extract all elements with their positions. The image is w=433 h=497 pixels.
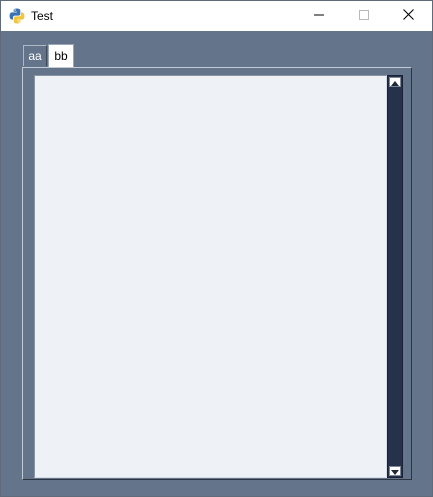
minimize-icon <box>313 9 324 23</box>
scroll-up-button[interactable] <box>389 77 401 87</box>
window-content: aa bb <box>1 31 432 496</box>
scroll-up-arrow-icon <box>391 75 399 89</box>
scroll-down-arrow-icon <box>391 464 399 478</box>
tab-aa[interactable]: aa <box>23 45 47 66</box>
title-bar[interactable]: Test <box>1 1 432 31</box>
vertical-scrollbar[interactable] <box>387 75 403 478</box>
close-button[interactable] <box>386 1 431 31</box>
scroll-down-button[interactable] <box>389 466 401 476</box>
maximize-icon <box>358 9 369 23</box>
multiline-text-area[interactable] <box>34 75 387 478</box>
maximize-button[interactable] <box>341 1 386 31</box>
minimize-button[interactable] <box>296 1 341 31</box>
python-icon <box>9 8 25 24</box>
close-icon <box>403 9 414 23</box>
window-title: Test <box>31 9 54 23</box>
tab-bb[interactable]: bb <box>48 44 74 67</box>
tab-panel <box>22 67 412 480</box>
app-window: Test aa bb <box>0 0 433 497</box>
